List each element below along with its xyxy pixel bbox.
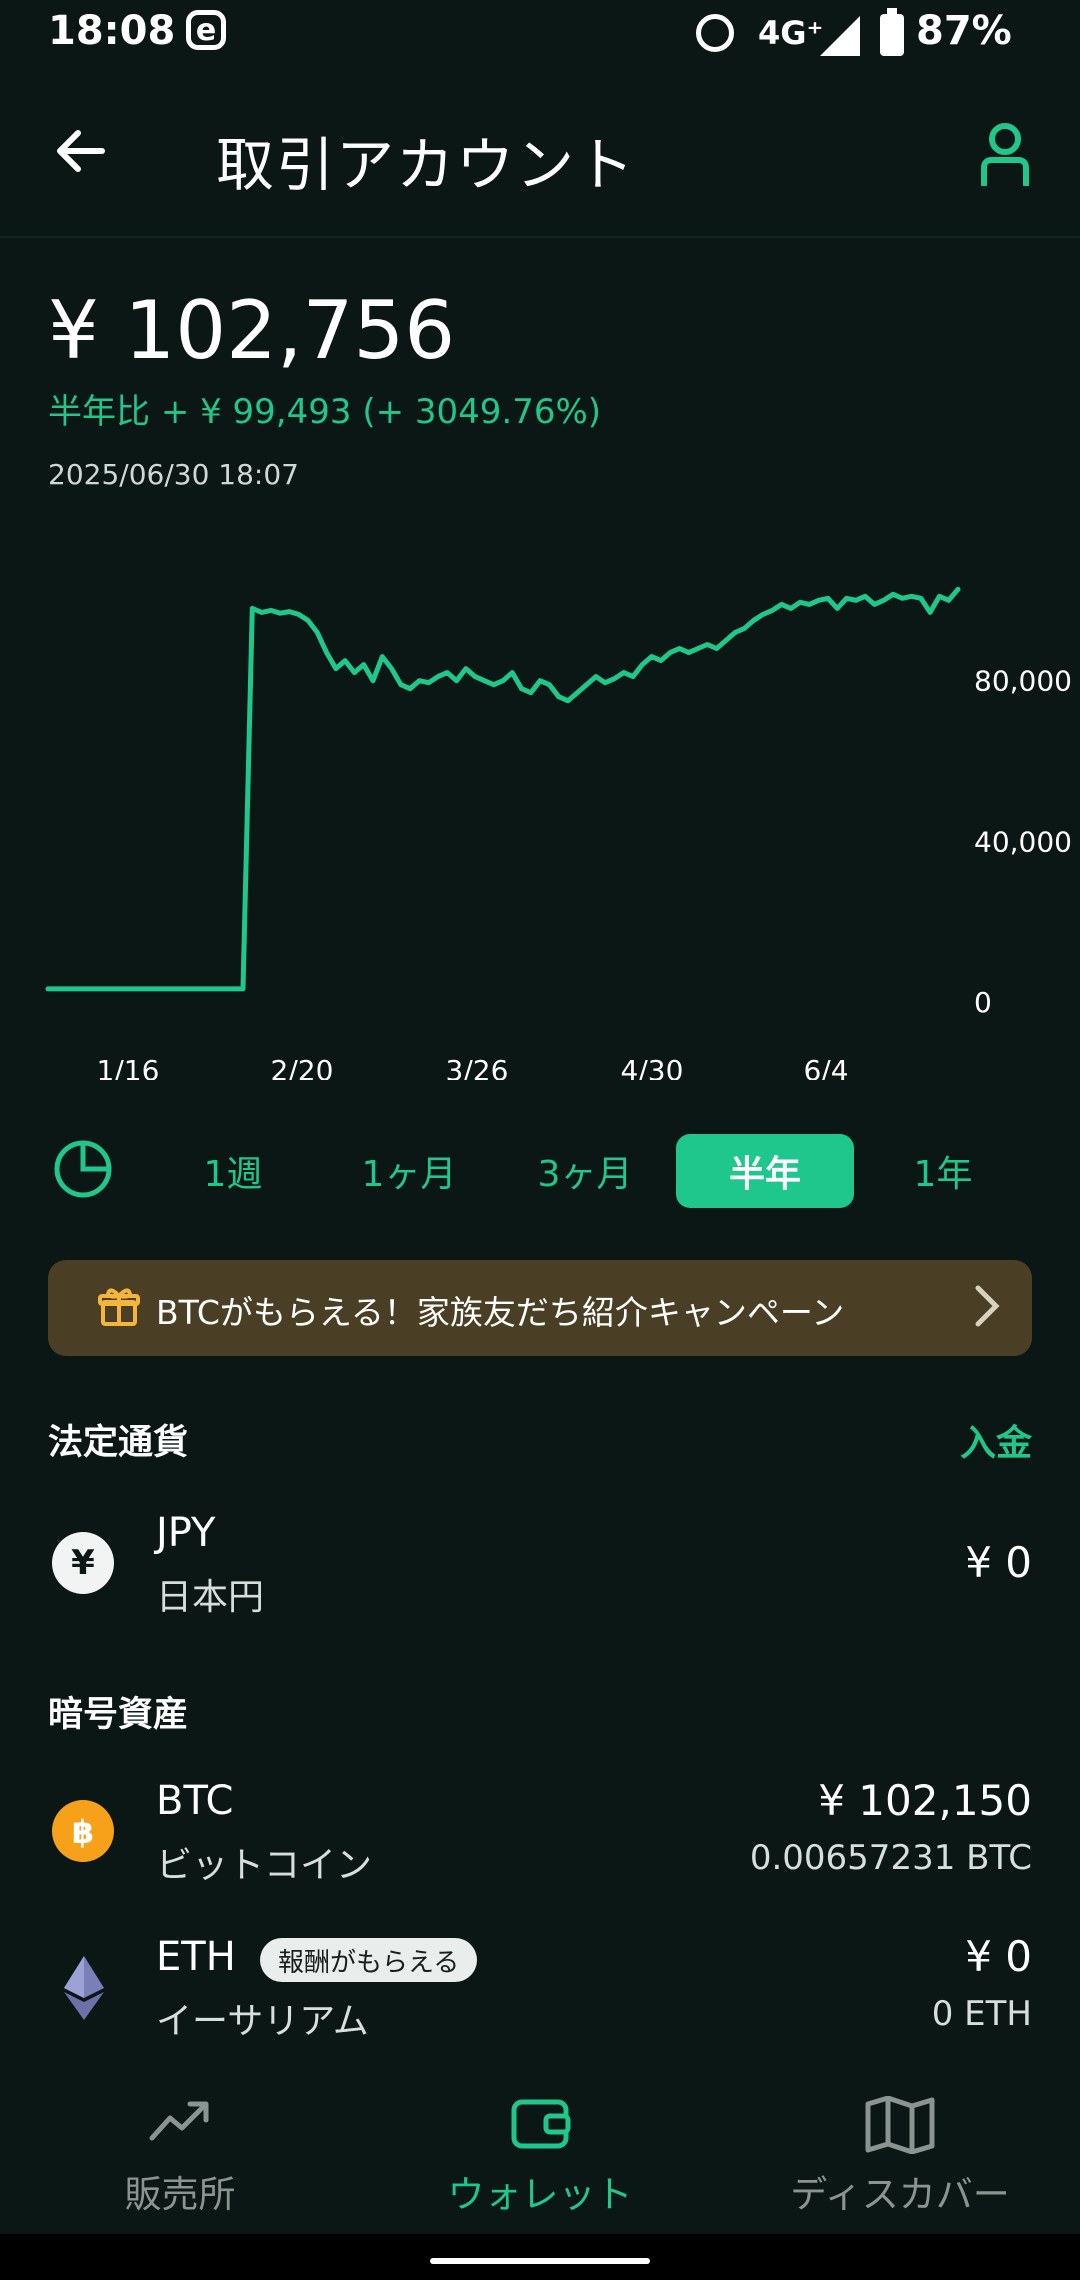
nav-exchange-label: 販売所 — [124, 2173, 236, 2216]
nav-wallet-label: ウォレット — [447, 2173, 633, 2216]
y-tick-label: 0 — [974, 986, 992, 1019]
x-tick-label: 1/16 — [97, 1054, 160, 1080]
change-value: + ¥ 99,493 (+ 3049.76%) — [160, 392, 602, 432]
balance-chart[interactable]: 0 40,000 80,000 1/16 2/20 3/26 4/30 6/4 — [0, 520, 1080, 1080]
asset-symbol: JPY — [156, 1510, 216, 1556]
status-bar: 18:08 e 4G⁺ 87% — [0, 0, 1080, 72]
status-time: 18:08 — [48, 8, 176, 54]
asset-row-btc[interactable]: ฿ BTC ビットコイン ¥ 102,150 0.00657231 BTC — [0, 1770, 1080, 1900]
x-tick-label: 4/30 — [621, 1054, 684, 1080]
total-balance: ¥ 102,756 — [48, 284, 456, 377]
yen-icon: ¥ — [52, 1532, 114, 1594]
header-divider — [0, 236, 1080, 238]
tab-1-year[interactable]: 1年 — [854, 1134, 1032, 1208]
asset-amount: ¥ 0 — [965, 1932, 1032, 1981]
chevron-right-icon — [968, 1274, 1008, 1351]
banner-text: BTCがもらえる！家族友だち紹介キャンペーン — [156, 1293, 845, 1332]
nav-wallet[interactable]: ウォレット — [360, 2074, 720, 2234]
asset-name: ビットコイン — [156, 1845, 373, 1886]
tab-half-year[interactable]: 半年 — [676, 1134, 854, 1208]
asset-amount: ¥ 0 — [965, 1538, 1032, 1587]
nav-exchange[interactable]: 販売所 — [0, 2074, 360, 2234]
tab-3-month[interactable]: 3ヶ月 — [496, 1134, 674, 1208]
chart-series-line — [45, 586, 961, 992]
asset-quantity: 0.00657231 BTC — [749, 1838, 1032, 1878]
bitcoin-icon: ฿ — [52, 1800, 114, 1862]
page-title: 取引アカウント — [216, 131, 637, 199]
data-saver-icon — [696, 14, 734, 52]
crypto-section-title: 暗号資産 — [48, 1695, 189, 1735]
battery-icon — [880, 8, 904, 56]
map-icon — [864, 2095, 936, 2158]
network-type: 4G⁺ — [758, 14, 824, 52]
y-tick-label: 80,000 — [974, 665, 1072, 698]
asset-name: 日本円 — [156, 1577, 265, 1618]
system-navigation-bar — [0, 2234, 1080, 2280]
tab-1-week[interactable]: 1週 — [144, 1134, 322, 1208]
asset-quantity: 0 ETH — [931, 1994, 1032, 2034]
svg-text:฿: ฿ — [72, 1813, 94, 1851]
gift-icon — [98, 1286, 140, 1332]
fiat-section-title: 法定通貨 — [48, 1423, 189, 1463]
y-tick-label: 40,000 — [974, 825, 1072, 858]
signal-icon — [820, 16, 860, 56]
home-indicator[interactable] — [430, 2258, 650, 2264]
x-tick-label: 3/26 — [446, 1054, 509, 1080]
battery-level: 87% — [916, 8, 1012, 54]
change-period-label: 半年比 — [48, 392, 150, 432]
asset-symbol: BTC — [156, 1778, 234, 1824]
tab-1-month[interactable]: 1ヶ月 — [320, 1134, 498, 1208]
nav-discover-label: ディスカバー — [790, 2173, 1010, 2216]
asset-row-jpy[interactable]: ¥ JPY 日本円 ¥ 0 — [0, 1500, 1080, 1630]
reward-badge: 報酬がもらえる — [260, 1938, 478, 1982]
asset-symbol: ETH — [156, 1934, 236, 1980]
wallet-icon — [510, 2096, 572, 2154]
asset-row-eth[interactable]: ETH イーサリアム ¥ 0 0 ETH — [0, 1926, 1080, 2056]
app-notification-icon: e — [186, 10, 226, 50]
app-header: 取引アカウント — [0, 80, 1080, 235]
bottom-navigation: 販売所 ウォレット ディスカバー — [0, 2074, 1080, 2234]
balance-timestamp: 2025/06/30 18:07 — [48, 458, 299, 491]
x-tick-label: 2/20 — [271, 1054, 334, 1080]
back-arrow-icon[interactable] — [52, 122, 110, 196]
x-tick-label: 6/4 — [803, 1054, 848, 1080]
pie-chart-icon[interactable] — [52, 1138, 114, 1204]
balance-change: 半年比 + ¥ 99,493 (+ 3049.76%) — [48, 384, 601, 433]
deposit-button[interactable]: 入金 — [960, 1414, 1032, 1466]
profile-icon[interactable] — [980, 122, 1030, 192]
ethereum-icon — [64, 1956, 104, 2024]
asset-amount: ¥ 102,150 — [818, 1776, 1032, 1825]
nav-discover[interactable]: ディスカバー — [720, 2074, 1080, 2234]
referral-campaign-banner[interactable]: BTCがもらえる！家族友だち紹介キャンペーン — [48, 1260, 1032, 1356]
asset-name: イーサリアム — [156, 2001, 369, 2042]
trending-up-icon — [148, 2096, 212, 2150]
